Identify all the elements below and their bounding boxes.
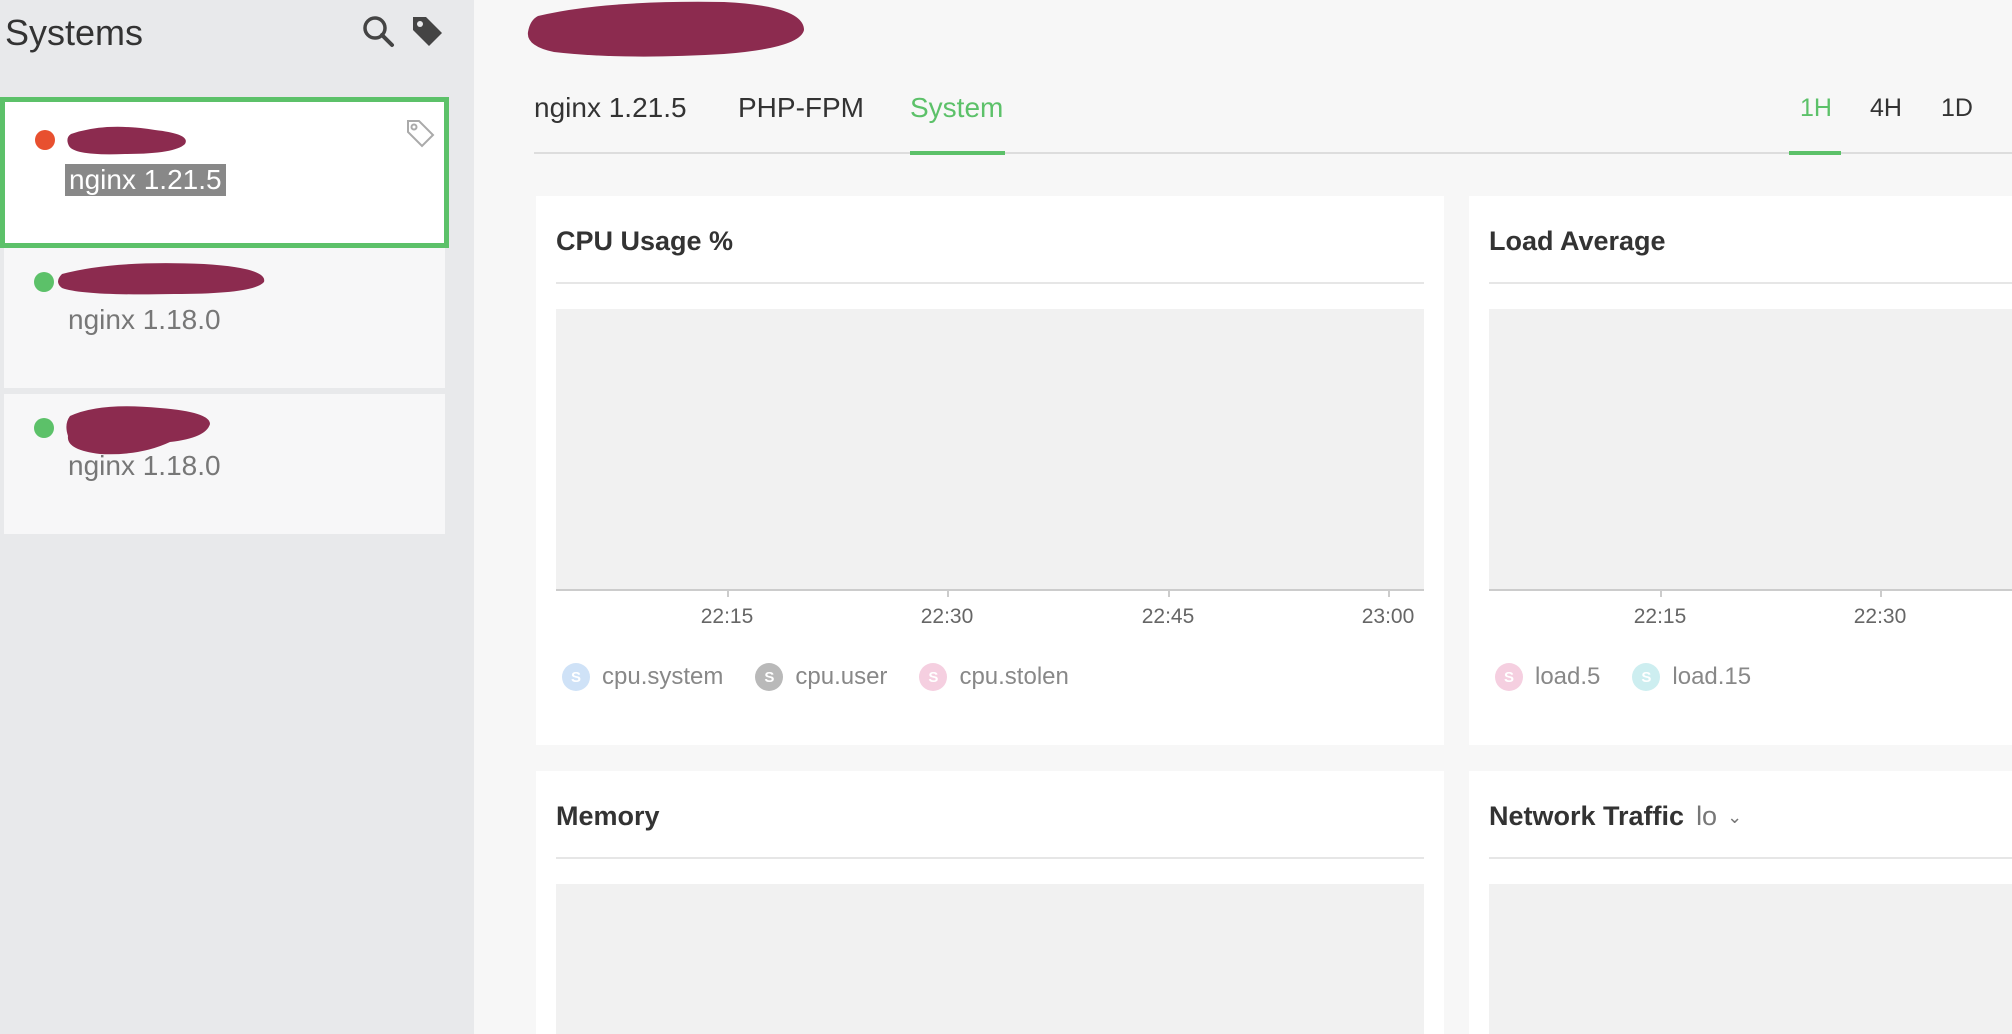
status-dot-up	[34, 418, 54, 438]
memory-card: Memory	[536, 771, 1444, 1034]
tab-system[interactable]: System	[910, 92, 1003, 124]
sidebar-title: Systems	[5, 12, 144, 53]
system-item[interactable]: nginx 1.18.0	[4, 394, 445, 534]
system-version: nginx 1.18.0	[68, 450, 221, 481]
x-tick	[1880, 589, 1882, 597]
series-icon: S	[1632, 663, 1661, 691]
series-icon: S	[755, 663, 784, 691]
search-icon[interactable]	[361, 14, 395, 48]
cpu-usage-card: CPU Usage % 22:15 22:30 22:45 23:00 S cp…	[536, 196, 1444, 745]
active-range-indicator	[1789, 151, 1841, 155]
x-tick-label: 22:45	[1141, 605, 1195, 628]
chart-plot-area	[1489, 884, 2012, 1034]
system-version: nginx 1.21.5	[65, 164, 226, 196]
card-title: Load Average	[1489, 226, 1666, 256]
tag-icon[interactable]	[405, 118, 435, 148]
card-title-text: Network Traffic	[1489, 801, 1685, 831]
chart-plot-area	[1489, 309, 2012, 591]
legend-item[interactable]: S load.15	[1632, 663, 1751, 691]
x-tick	[1660, 589, 1662, 597]
legend-label: cpu.stolen	[959, 663, 1069, 690]
redacted-system-name	[527, 1, 804, 57]
x-tick-label: 22:30	[1853, 605, 1907, 628]
x-tick	[1388, 589, 1390, 597]
x-tick	[727, 589, 729, 597]
chart-legend: S cpu.system S cpu.user S cpu.stolen	[562, 660, 1101, 694]
system-item[interactable]: nginx 1.18.0	[4, 248, 445, 388]
series-icon: S	[1495, 663, 1523, 691]
legend-item[interactable]: S cpu.stolen	[919, 663, 1069, 691]
range-4h[interactable]: 4H	[1870, 94, 1902, 123]
tab-nginx[interactable]: nginx 1.21.5	[534, 92, 687, 124]
card-title: Network Traffic lo ⌄	[1489, 801, 1742, 832]
chart-plot-area	[556, 309, 1424, 591]
legend-label: load.15	[1672, 663, 1752, 690]
chevron-down-icon: ⌄	[1727, 807, 1743, 828]
system-version: nginx 1.18.0	[68, 304, 221, 335]
legend-label: load.5	[1535, 663, 1601, 690]
card-divider	[1489, 282, 2012, 284]
x-tick-label: 22:30	[920, 605, 974, 628]
active-tab-indicator	[910, 151, 1005, 155]
legend-label: cpu.user	[795, 663, 888, 690]
x-tick-label: 22:15	[700, 605, 754, 628]
legend-item[interactable]: S load.5	[1495, 663, 1600, 691]
card-divider	[556, 282, 1424, 284]
chart-legend: S load.5 S load.15	[1495, 660, 1783, 694]
card-title: CPU Usage %	[556, 226, 734, 256]
redacted-hostname	[58, 263, 265, 295]
system-item[interactable]: nginx 1.21.5	[0, 97, 449, 248]
redacted-hostname	[67, 126, 186, 155]
system-dashboard: nginx 1.21.5 PHP-FPM System 1H 4H 1D CPU…	[474, 0, 2012, 1034]
x-tick	[947, 589, 949, 597]
x-tick-label: 23:00	[1361, 605, 1415, 628]
interface-dropdown[interactable]: lo ⌄	[1696, 801, 1742, 831]
status-dot-up	[34, 272, 54, 292]
legend-item[interactable]: S cpu.system	[562, 663, 723, 691]
card-title: Memory	[556, 801, 660, 831]
series-icon: S	[919, 663, 948, 691]
network-traffic-card: Network Traffic lo ⌄	[1469, 771, 2012, 1034]
load-average-card: Load Average 22:15 22:30 S load.5 S load…	[1469, 196, 2012, 745]
series-icon: S	[562, 663, 590, 691]
x-tick	[1168, 589, 1170, 597]
legend-item[interactable]: S cpu.user	[755, 663, 887, 691]
interface-value: lo	[1696, 801, 1718, 831]
legend-label: cpu.system	[602, 663, 724, 690]
range-1h[interactable]: 1H	[1800, 94, 1832, 123]
chart-plot-area	[556, 884, 1424, 1034]
card-divider	[556, 857, 1424, 859]
tag-filter-icon[interactable]	[410, 14, 444, 48]
systems-sidebar: Systems nginx 1.21.5 nginx 1.18.0 nginx …	[0, 0, 474, 1034]
range-1d[interactable]: 1D	[1941, 94, 1973, 123]
card-divider	[1489, 857, 2012, 859]
x-tick-label: 22:15	[1633, 605, 1687, 628]
tab-php-fpm[interactable]: PHP-FPM	[738, 92, 864, 124]
status-dot-down	[35, 130, 55, 150]
